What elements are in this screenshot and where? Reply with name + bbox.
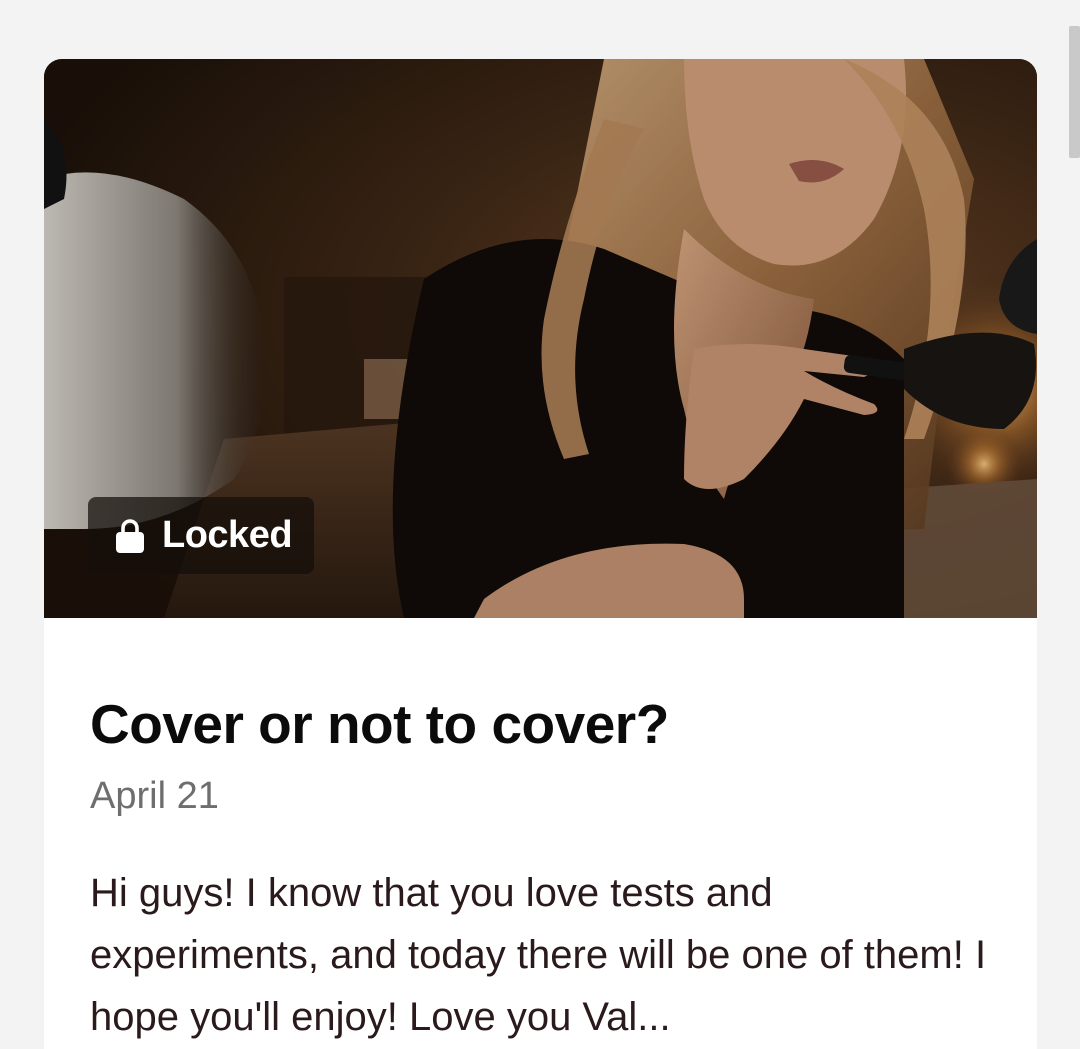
lock-icon — [116, 518, 144, 553]
post-card[interactable]: Locked Cover or not to cover? April 21 H… — [44, 59, 1037, 1049]
post-title[interactable]: Cover or not to cover? — [90, 688, 991, 760]
locked-label: Locked — [162, 514, 293, 556]
post-thumbnail[interactable]: Locked — [44, 59, 1037, 618]
page: Locked Cover or not to cover? April 21 H… — [0, 0, 1080, 1049]
scrollbar[interactable] — [1069, 26, 1080, 158]
post-excerpt: Hi guys! I know that you love tests and … — [90, 871, 987, 1039]
post-date: April 21 — [90, 775, 219, 817]
post-content: Cover or not to cover? April 21 Hi guys!… — [44, 618, 1037, 1048]
locked-badge: Locked — [88, 497, 315, 574]
